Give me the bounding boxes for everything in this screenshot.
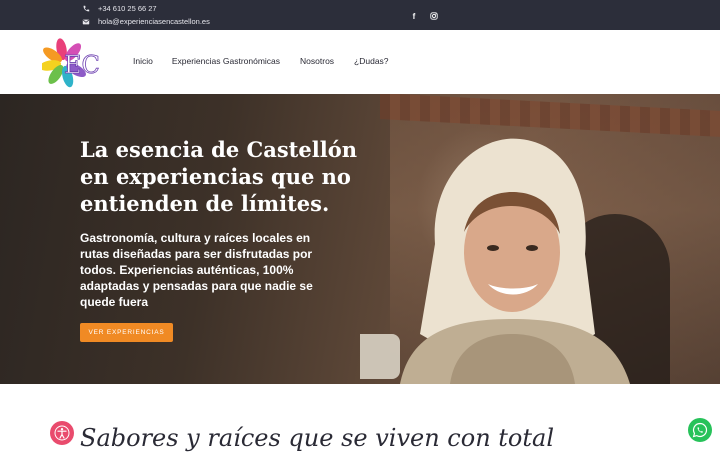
whatsapp-icon xyxy=(692,422,708,438)
envelope-icon xyxy=(82,19,90,24)
nav-inicio[interactable]: Inicio xyxy=(133,56,153,66)
site-header: EC Inicio Experiencias Gastronómicas Nos… xyxy=(0,30,720,94)
hero-subtitle: Gastronomía, cultura y raíces locales en… xyxy=(80,231,313,309)
hero-title: La esencia de Castellón en experiencias … xyxy=(80,137,357,216)
nav-experiencias[interactable]: Experiencias Gastronómicas xyxy=(172,56,280,66)
email-address: hola@experienciasencastellon.es xyxy=(98,17,210,26)
logo-text: EC xyxy=(64,51,100,79)
whatsapp-button[interactable] xyxy=(688,418,712,442)
brand-logo[interactable]: EC xyxy=(42,35,106,91)
hero-woman-image xyxy=(360,138,630,384)
view-experiences-button[interactable]: VER EXPERIENCIAS xyxy=(80,323,173,342)
instagram-icon[interactable] xyxy=(428,10,440,22)
accessibility-icon xyxy=(54,425,70,441)
accessibility-button[interactable] xyxy=(50,421,74,445)
top-contact-bar: +34 610 25 66 27 hola@experienciasencast… xyxy=(0,0,720,30)
main-nav: Inicio Experiencias Gastronómicas Nosotr… xyxy=(133,56,389,66)
facebook-icon[interactable]: f xyxy=(408,10,420,22)
email-contact[interactable]: hola@experienciasencastellon.es xyxy=(82,17,210,26)
section-title: Sabores y raíces que se viven con total xyxy=(80,424,554,452)
hero-banner: La esencia de Castellón en experiencias … xyxy=(0,94,720,384)
phone-number: +34 610 25 66 27 xyxy=(98,4,157,13)
nav-nosotros[interactable]: Nosotros xyxy=(300,56,334,66)
phone-contact[interactable]: +34 610 25 66 27 xyxy=(82,4,157,13)
phone-icon xyxy=(83,5,90,11)
nav-dudas[interactable]: ¿Dudas? xyxy=(354,56,389,66)
